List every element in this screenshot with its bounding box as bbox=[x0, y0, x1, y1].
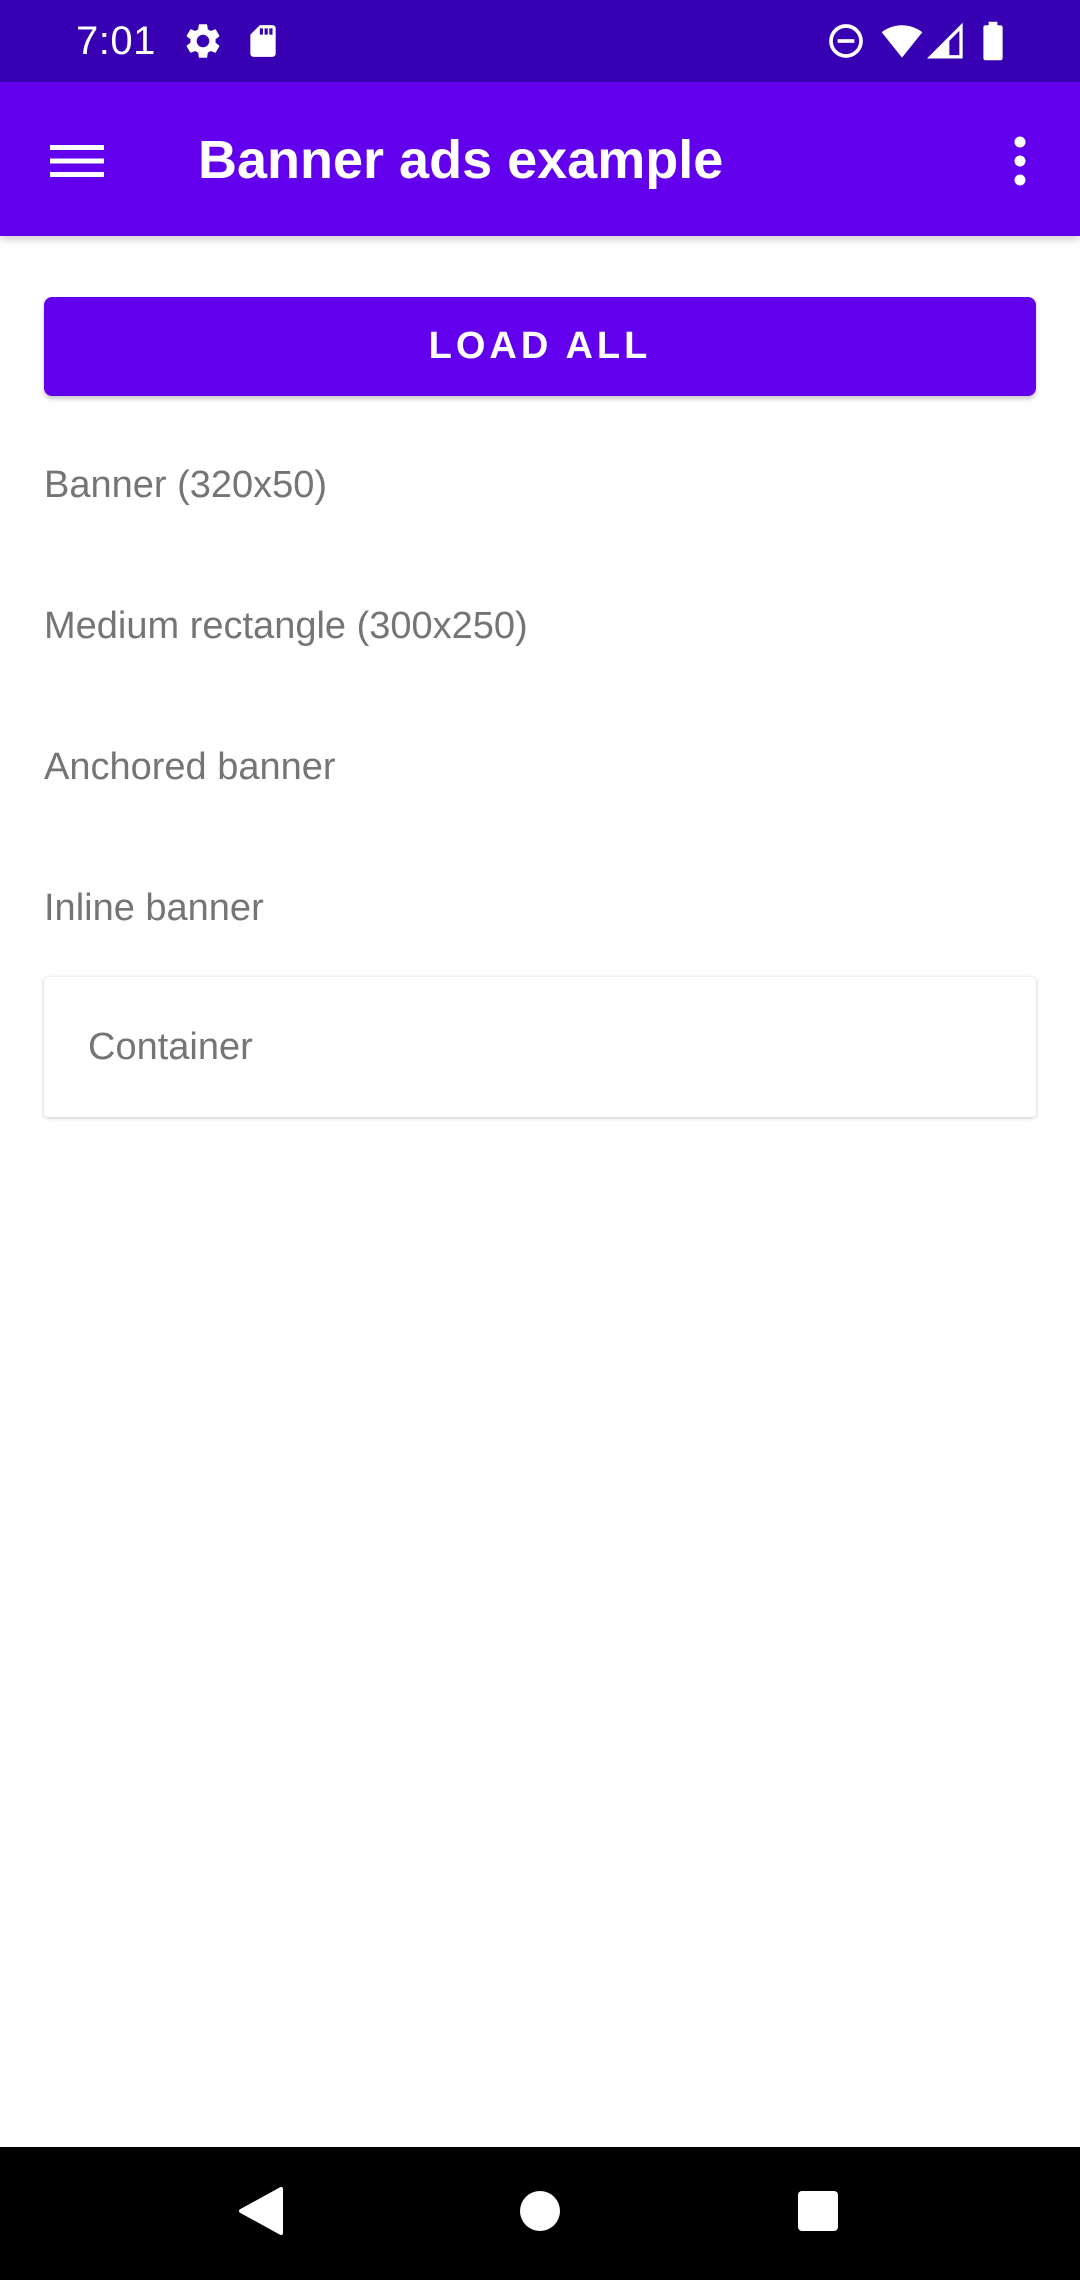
page-title: Banner ads example bbox=[198, 130, 724, 190]
more-vertical-icon bbox=[1013, 136, 1027, 191]
hamburger-menu-icon bbox=[50, 141, 104, 186]
home-icon bbox=[519, 2190, 561, 2237]
wifi-icon bbox=[880, 20, 924, 62]
banner-label: Banner (320x50) bbox=[44, 464, 328, 506]
cellular-signal-icon bbox=[926, 20, 966, 62]
ad-container: Container bbox=[44, 977, 1036, 1117]
medium-rectangle-label: Medium rectangle (300x250) bbox=[44, 605, 528, 647]
screen: 7:01 Banner ads example LOAD ALL Banner … bbox=[0, 0, 1080, 2280]
status-time: 7:01 bbox=[76, 19, 156, 63]
system-navigation-bar bbox=[0, 2147, 1080, 2280]
load-all-button[interactable]: LOAD ALL bbox=[44, 297, 1036, 396]
recents-icon bbox=[797, 2190, 839, 2237]
back-button[interactable] bbox=[220, 2173, 300, 2253]
anchored-banner-label: Anchored banner bbox=[44, 746, 336, 788]
app-bar: Banner ads example bbox=[0, 82, 1080, 236]
overflow-menu-button[interactable] bbox=[980, 118, 1060, 208]
status-bar: 7:01 bbox=[0, 0, 1080, 82]
do-not-disturb-icon bbox=[826, 20, 866, 62]
inline-banner-label: Inline banner bbox=[44, 887, 264, 929]
sd-card-icon bbox=[244, 20, 282, 62]
container-label: Container bbox=[88, 1026, 253, 1068]
recents-button[interactable] bbox=[778, 2173, 858, 2253]
home-button[interactable] bbox=[500, 2173, 580, 2253]
back-icon bbox=[237, 2186, 283, 2241]
navigation-menu-button[interactable] bbox=[32, 118, 122, 208]
battery-icon bbox=[978, 20, 1008, 62]
settings-icon bbox=[182, 20, 224, 62]
